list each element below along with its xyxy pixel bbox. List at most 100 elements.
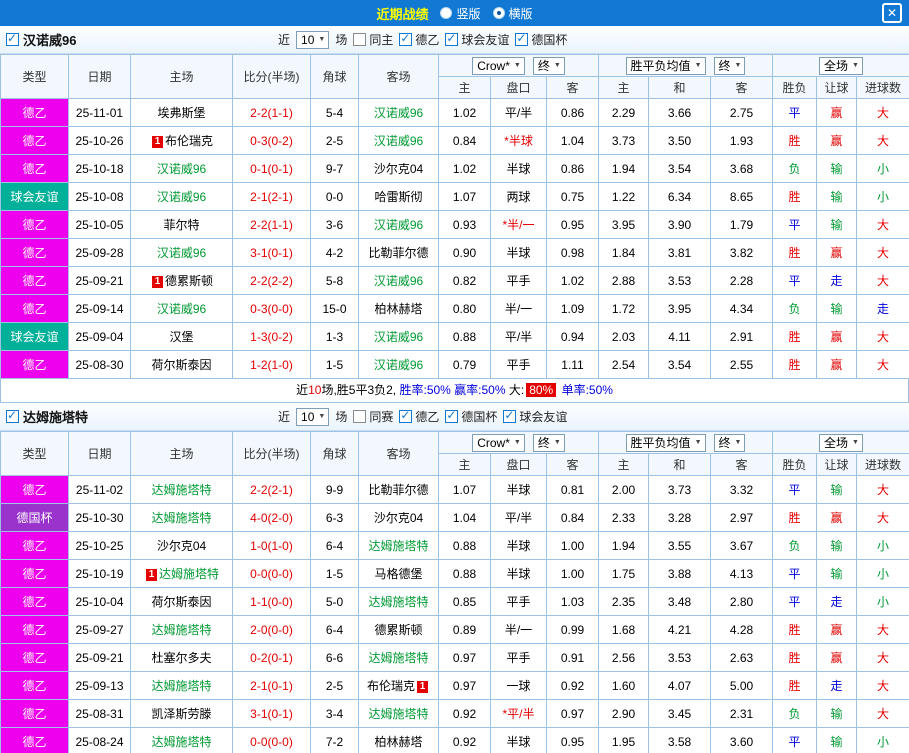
- filter-checkbox[interactable]: 德国杯: [445, 408, 497, 425]
- odds-home-cell: 0.92: [438, 699, 491, 728]
- avg-away-cell: 3.60: [709, 727, 774, 753]
- avg-final-select[interactable]: 终 ▼: [713, 56, 746, 75]
- table-row: 德乙 25-11-01 埃弗斯堡 2-2(1-1) 5-4 汉诺威96 1.02…: [0, 98, 909, 127]
- summary-segment: 场,胜5平3负2,: [321, 383, 400, 397]
- match-date: 25-10-30: [68, 503, 131, 532]
- filter-checkbox[interactable]: 同赛: [353, 408, 393, 425]
- avg-select[interactable]: 胜平负均值 ▼: [625, 433, 706, 452]
- odds-final-select[interactable]: 终 ▼: [532, 433, 565, 452]
- result-goals-cell: 小: [856, 531, 909, 560]
- home-team-cell: 达姆施塔特: [130, 615, 233, 644]
- team-section: 汉诺威96 近 10 ▼ 场 同主德乙球会友谊德国杯 类型: [0, 26, 909, 403]
- radio-horizontal[interactable]: 横版: [492, 5, 533, 22]
- result-handicap-cell: 输: [816, 475, 858, 504]
- close-icon[interactable]: ✕: [882, 3, 902, 23]
- scope-select[interactable]: 全场 ▼: [819, 56, 863, 75]
- odds-home-cell: 0.88: [438, 531, 491, 560]
- result-outcome-cell: 胜: [772, 322, 818, 351]
- avg-draw-cell: 3.28: [648, 503, 711, 532]
- avg-draw-cell: 3.55: [648, 531, 711, 560]
- result-goals-cell: 小: [856, 182, 909, 211]
- result-handicap-cell: 输: [816, 699, 858, 728]
- result-outcome-cell: 胜: [772, 182, 818, 211]
- corners-cell: 0-0: [310, 182, 359, 211]
- bookmaker-select[interactable]: Crow* ▼: [472, 56, 525, 75]
- team-checkbox-wrap[interactable]: 达姆施塔特: [6, 407, 278, 426]
- result-outcome-cell: 负: [772, 531, 818, 560]
- match-date: 25-09-04: [68, 322, 131, 351]
- result-outcome-cell: 胜: [772, 126, 818, 155]
- odds-away-cell: 0.95: [546, 727, 599, 753]
- corners-cell: 15-0: [310, 294, 359, 323]
- avg-home-cell: 1.94: [598, 531, 649, 560]
- col-away: 客场: [358, 54, 439, 99]
- filter-checkbox[interactable]: 德乙: [399, 31, 439, 48]
- avg-home-cell: 2.90: [598, 699, 649, 728]
- result-handicap-cell: 赢: [816, 350, 858, 379]
- match-count-select[interactable]: 10 ▼: [296, 407, 330, 426]
- team-label: 比勒菲尔德: [368, 246, 429, 260]
- match-count-select[interactable]: 10 ▼: [296, 30, 330, 49]
- odds-home-cell: 0.88: [438, 322, 491, 351]
- avg-select-value: 胜平负均值: [630, 59, 691, 73]
- filter-checkbox[interactable]: 同主: [353, 31, 393, 48]
- team-label: 达姆施塔特: [151, 511, 212, 525]
- result-handicap-cell: 输: [816, 210, 858, 239]
- score-cell: 2-0(0-0): [232, 615, 311, 644]
- match-type-cell: 德乙: [0, 98, 69, 127]
- corners-cell: 5-8: [310, 266, 359, 295]
- away-team-cell: 哈雷斯彻: [358, 182, 439, 211]
- odds-away-cell: 1.11: [546, 350, 599, 379]
- filter-checkbox[interactable]: 德国杯: [515, 31, 567, 48]
- bookmaker-select[interactable]: Crow* ▼: [472, 433, 525, 452]
- team-label: 汉诺威96: [373, 358, 424, 372]
- home-team-cell: 凯泽斯劳滕: [130, 699, 233, 728]
- odds-handicap-cell: 半球: [490, 531, 547, 560]
- avg-away-cell: 2.80: [709, 587, 774, 616]
- avg-draw-cell: 3.81: [648, 238, 711, 267]
- filter-checkbox[interactable]: 德乙: [399, 408, 439, 425]
- avg-away-cell: 5.00: [709, 671, 774, 700]
- match-type-cell: 德乙: [0, 699, 69, 728]
- match-type-cell: 德乙: [0, 727, 69, 753]
- odds-handicap-cell: 平手: [490, 643, 547, 672]
- result-outcome-cell: 负: [772, 294, 818, 323]
- avg-away-cell: 3.67: [709, 531, 774, 560]
- odds-home-cell: 0.93: [438, 210, 491, 239]
- avg-select[interactable]: 胜平负均值 ▼: [625, 56, 706, 75]
- odds-home-cell: 1.07: [438, 182, 491, 211]
- table-row: 德乙 25-09-21 1 德累斯顿 2-2(2-2) 5-8 汉诺威96 0.8…: [0, 266, 909, 295]
- avg-final-select[interactable]: 终 ▼: [713, 433, 746, 452]
- odds-final-select[interactable]: 终 ▼: [532, 56, 565, 75]
- home-team-cell: 1 达姆施塔特: [130, 559, 233, 588]
- away-team-cell: 马格德堡: [358, 559, 439, 588]
- odds-home-cell: 1.02: [438, 154, 491, 183]
- team-label: 达姆施塔特: [368, 539, 429, 553]
- filter-checkbox[interactable]: 球会友谊: [503, 408, 567, 425]
- match-type-cell: 德乙: [0, 615, 69, 644]
- team-label: 比勒菲尔德: [368, 483, 429, 497]
- filter-checkbox[interactable]: 球会友谊: [445, 31, 509, 48]
- scope-select[interactable]: 全场 ▼: [819, 433, 863, 452]
- odds-handicap-cell: 平手: [490, 266, 547, 295]
- team-label: 汉诺威96: [156, 246, 207, 260]
- home-team-cell: 汉堡: [130, 322, 233, 351]
- result-goals-cell: 大: [856, 238, 909, 267]
- radio-vertical[interactable]: 竖版: [440, 5, 481, 22]
- team-label: 菲尔特: [163, 218, 200, 232]
- avg-final-value: 终: [718, 59, 731, 73]
- matches-label: 场: [335, 410, 348, 424]
- col-avg-home: 主: [598, 76, 649, 99]
- red-card-badge: 1: [151, 276, 163, 288]
- table-row: 德乙 25-11-02 达姆施塔特 2-2(2-1) 9-9 比勒菲尔德 1.0…: [0, 475, 909, 504]
- col-type: 类型: [0, 431, 69, 476]
- team-label: 沙尔克04: [373, 511, 424, 525]
- odds-away-cell: 1.03: [546, 587, 599, 616]
- away-team-cell: 汉诺威96: [358, 322, 439, 351]
- table-row: 德乙 25-10-04 荷尔斯泰因 1-1(0-0) 5-0 达姆施塔特 0.8…: [0, 587, 909, 616]
- result-handicap-cell: 赢: [816, 238, 858, 267]
- avg-home-cell: 2.35: [598, 587, 649, 616]
- odds-away-cell: 1.09: [546, 294, 599, 323]
- result-goals-cell: 大: [856, 671, 909, 700]
- team-checkbox-wrap[interactable]: 汉诺威96: [6, 30, 278, 49]
